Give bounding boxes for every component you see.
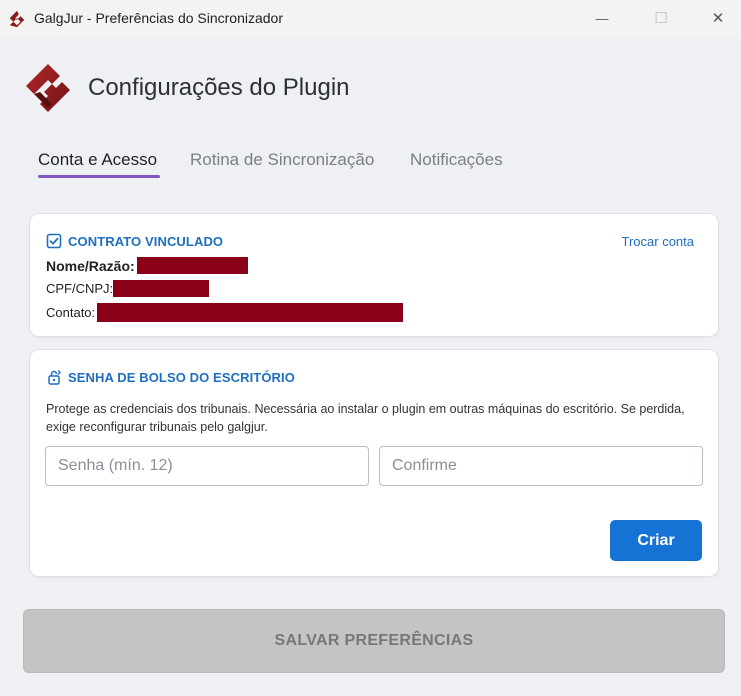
close-icon: ✕: [711, 10, 725, 27]
close-button[interactable]: ✕: [695, 0, 741, 36]
galgjur-logo-icon: [26, 64, 70, 112]
swap-account-link[interactable]: Trocar conta: [622, 234, 695, 249]
field-label: CPF/CNPJ:: [46, 281, 114, 296]
contract-heading-label: CONTRATO VINCULADO: [68, 233, 224, 249]
checkbox-checked-icon: [46, 233, 62, 249]
page-title: Configurações do Plugin: [88, 74, 350, 101]
password-input[interactable]: [45, 446, 369, 486]
title-bar: GalgJur - Preferências do Sincronizador …: [0, 0, 741, 36]
window-title: GalgJur - Preferências do Sincronizador: [34, 10, 284, 26]
redacted-value: [113, 280, 210, 297]
pocket-password-card: SENHA DE BOLSO DO ESCRITÓRIO Protege as …: [29, 349, 719, 577]
field-nome-razao: Nome/Razão:: [46, 257, 248, 274]
maximize-button[interactable]: ☐: [638, 0, 684, 36]
app-icon: [9, 10, 25, 28]
tab-rotina-sincronizacao[interactable]: Rotina de Sincronização: [190, 150, 374, 178]
active-tab-indicator: [38, 175, 160, 178]
minimize-icon: —: [595, 10, 609, 26]
field-label: Nome/Razão:: [46, 257, 135, 274]
maximize-icon: ☐: [654, 10, 668, 27]
confirm-password-input[interactable]: [379, 446, 703, 486]
field-cpf-cnpj: CPF/CNPJ:: [46, 280, 210, 297]
lock-reset-icon: [48, 370, 61, 385]
minimize-button[interactable]: —: [579, 0, 625, 36]
redacted-value: [97, 303, 404, 322]
contract-card: CONTRATO VINCULADO Trocar conta Nome/Raz…: [29, 213, 719, 337]
tab-notificacoes[interactable]: Notificações: [410, 150, 503, 178]
pocket-password-heading-label: SENHA DE BOLSO DO ESCRITÓRIO: [68, 369, 295, 385]
save-preferences-button[interactable]: SALVAR PREFERÊNCIAS: [23, 609, 725, 673]
field-contato: Contato:: [46, 303, 404, 322]
tab-conta-acesso[interactable]: Conta e Acesso: [38, 150, 157, 178]
contract-heading: CONTRATO VINCULADO: [46, 233, 223, 249]
pocket-password-heading: SENHA DE BOLSO DO ESCRITÓRIO: [46, 369, 295, 385]
field-label: Contato:: [46, 305, 96, 320]
pocket-password-description: Protege as credenciais dos tribunais. Ne…: [46, 402, 685, 434]
redacted-value: [136, 257, 248, 274]
create-button[interactable]: Criar: [610, 520, 702, 561]
